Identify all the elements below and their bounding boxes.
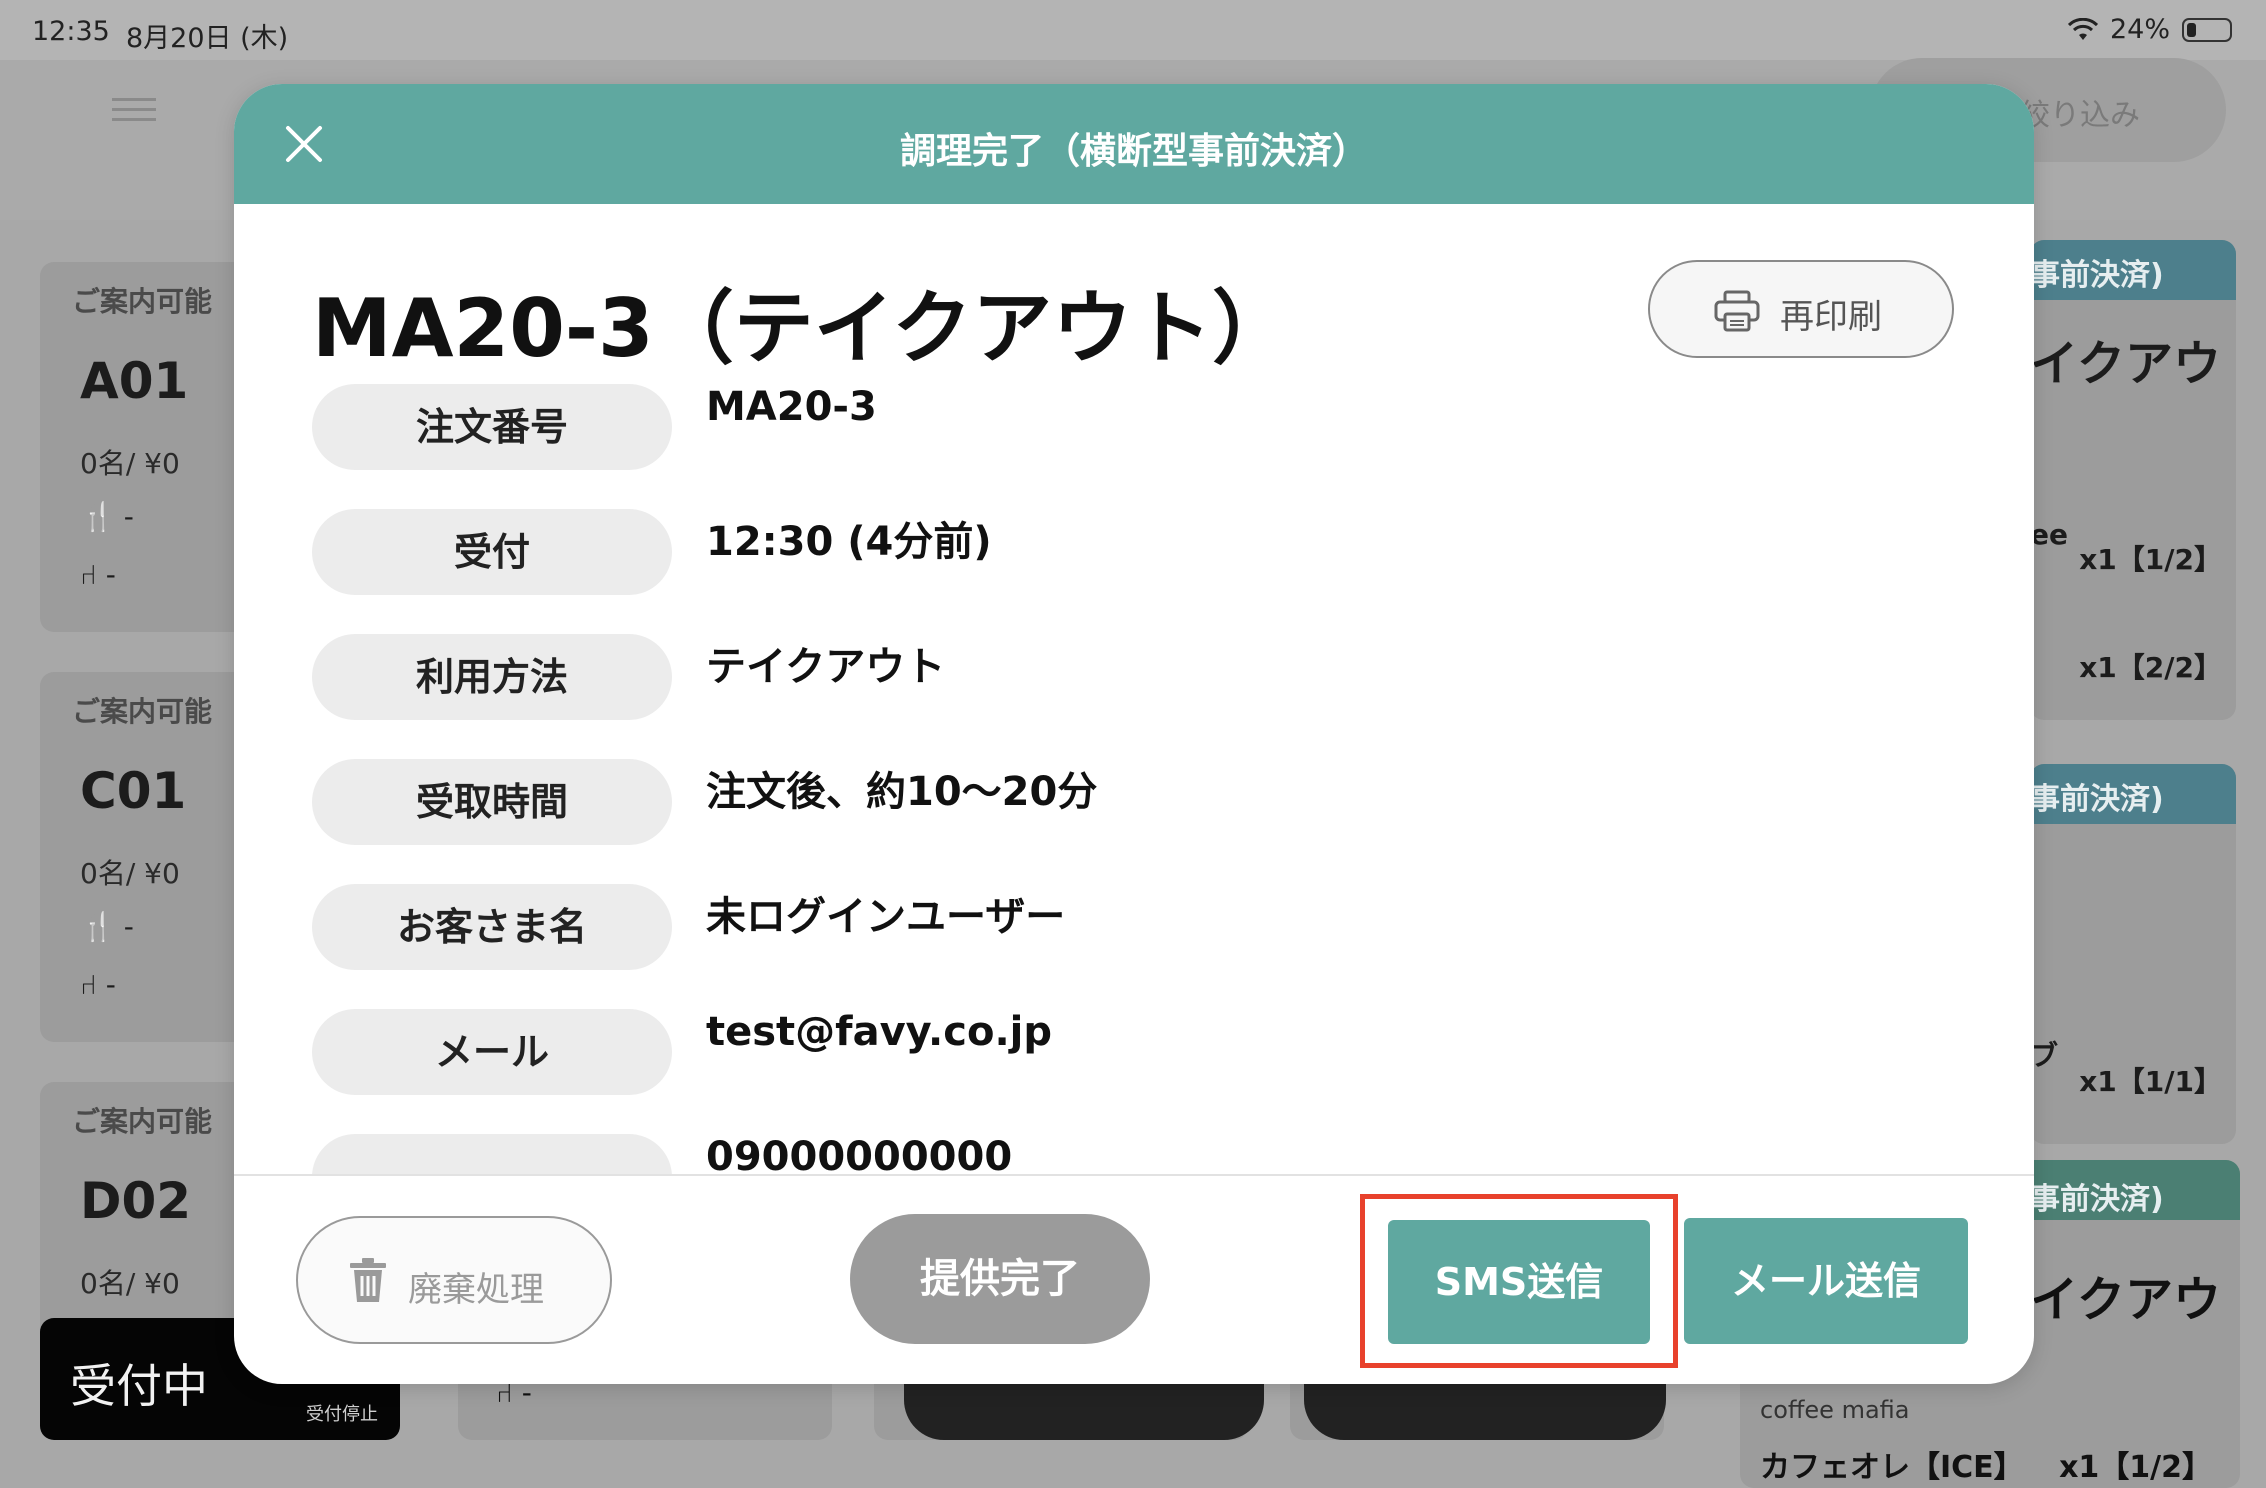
modal-title: 調理完了（横断型事前決済） [899, 131, 1368, 172]
footer-divider [234, 1174, 2034, 1176]
info-row: メール test@favy.co.jp [312, 1009, 1952, 1095]
table-guests: 0名/ ¥0 [80, 857, 180, 890]
info-value: 注文後、約10～20分 [706, 769, 1098, 815]
table-name: C01 [80, 762, 187, 820]
info-value: test@favy.co.jp [706, 1009, 1052, 1055]
info-value: 12:30 (4分前) [706, 519, 992, 565]
table-status: ご案内可能 [72, 695, 213, 728]
info-label: 受取時間 [312, 759, 672, 845]
info-row: お客さま名 未ログインユーザー [312, 884, 1952, 970]
cutlery-icon: 🍴 - [80, 910, 134, 943]
reception-label: 受付中 [70, 1359, 208, 1413]
table-card[interactable]: ご案内可能 D02 0名/ ¥0 [40, 1082, 260, 1352]
info-label: 利用方法 [312, 634, 672, 720]
info-row: 受取時間 注文後、約10～20分 [312, 759, 1952, 845]
order-qty: x1【2/2】 [2079, 651, 2222, 684]
info-value: 未ログインユーザー [706, 894, 1066, 940]
discard-label: 廃棄処理 [408, 1270, 544, 1310]
mail-send-button[interactable]: メール送信 [1684, 1218, 1968, 1344]
table-card[interactable]: ご案内可能 A01 0名/ ¥0 🍴 - ⑁ - [40, 262, 260, 632]
table-name: A01 [80, 352, 189, 410]
table-status: ご案内可能 [72, 285, 213, 318]
info-value: MA20-3 [706, 384, 877, 430]
table-name: D02 [80, 1172, 192, 1230]
order-card-header: 事前決済) [2030, 240, 2236, 300]
info-row: 09000000000 [312, 1134, 1952, 1174]
sms-send-button[interactable]: SMS送信 [1388, 1220, 1650, 1344]
order-qty: x1【1/2】 [2079, 543, 2222, 576]
table-guests: 0名/ ¥0 [80, 1267, 180, 1300]
order-qty: x1【1/2】 [2059, 1450, 2212, 1485]
reprint-label: 再印刷 [1780, 297, 1882, 337]
info-row: 注文番号 MA20-3 [312, 384, 1952, 470]
info-value: テイクアウト [706, 644, 946, 690]
order-qty: x1【1/1】 [2079, 1065, 2222, 1098]
order-card-type: イクアウ [2030, 1272, 2222, 1328]
info-row: 受付 12:30 (4分前) [312, 509, 1952, 595]
status-time: 12:35 [32, 16, 110, 47]
battery-icon [2182, 17, 2232, 42]
status-date: 8月20日 (木) [126, 23, 289, 54]
order-title: MA20-3（テイクアウト） [312, 282, 1293, 375]
table-guests: 0名/ ¥0 [80, 447, 180, 480]
shop-name: coffee mafia [1760, 1396, 1910, 1424]
status-bar: 12:35 8月20日 (木) 24% [0, 0, 2266, 60]
trash-icon [350, 1258, 386, 1302]
info-label [312, 1134, 672, 1174]
order-detail-modal: 調理完了（横断型事前決済） MA20-3（テイクアウト） 再印刷 注文番号 MA… [234, 84, 2034, 1384]
table-card[interactable]: ご案内可能 C01 0名/ ¥0 🍴 - ⑁ - [40, 672, 260, 1042]
filter-label: 絞り込み [2020, 98, 2140, 133]
wifi-icon [2067, 17, 2098, 40]
reprint-button[interactable]: 再印刷 [1648, 260, 1954, 358]
order-card-type: イクアウ [2030, 336, 2222, 392]
order-info-list[interactable]: 注文番号 MA20-3 受付 12:30 (4分前) 利用方法 テイクアウト 受… [234, 384, 2034, 1174]
printer-icon [1714, 290, 1760, 332]
discard-button[interactable]: 廃棄処理 [296, 1216, 612, 1344]
cutlery-icon: 🍴 - [80, 500, 134, 533]
chair-icon: ⑁ - [80, 558, 116, 591]
reception-stop-label: 受付停止 [306, 1404, 378, 1425]
chair-icon: ⑁ - [80, 968, 116, 1001]
battery-percent: 24% [2109, 14, 2170, 45]
order-card[interactable]: 事前決済) イクアウ ee x1【1/2】 x1【2/2】 [2030, 240, 2236, 720]
info-row: 利用方法 テイクアウト [312, 634, 1952, 720]
modal-header: 調理完了（横断型事前決済） [234, 84, 2034, 204]
order-item: カフェオレ【ICE】 [1760, 1450, 2024, 1485]
serve-complete-button[interactable]: 提供完了 [850, 1214, 1150, 1344]
table-status: ご案内可能 [72, 1105, 213, 1138]
status-right: 24% [2067, 14, 2232, 45]
order-card-header: 事前決済) [2030, 764, 2236, 824]
info-label: メール [312, 1009, 672, 1095]
order-item: ブ [2030, 1039, 2059, 1072]
info-value: 09000000000 [706, 1134, 1013, 1174]
info-label: 注文番号 [312, 384, 672, 470]
order-item: ee [2030, 518, 2068, 551]
hamburger-icon[interactable] [112, 98, 156, 121]
info-label: お客さま名 [312, 884, 672, 970]
info-label: 受付 [312, 509, 672, 595]
order-card[interactable]: 事前決済) ブ x1【1/1】 [2030, 764, 2236, 1144]
